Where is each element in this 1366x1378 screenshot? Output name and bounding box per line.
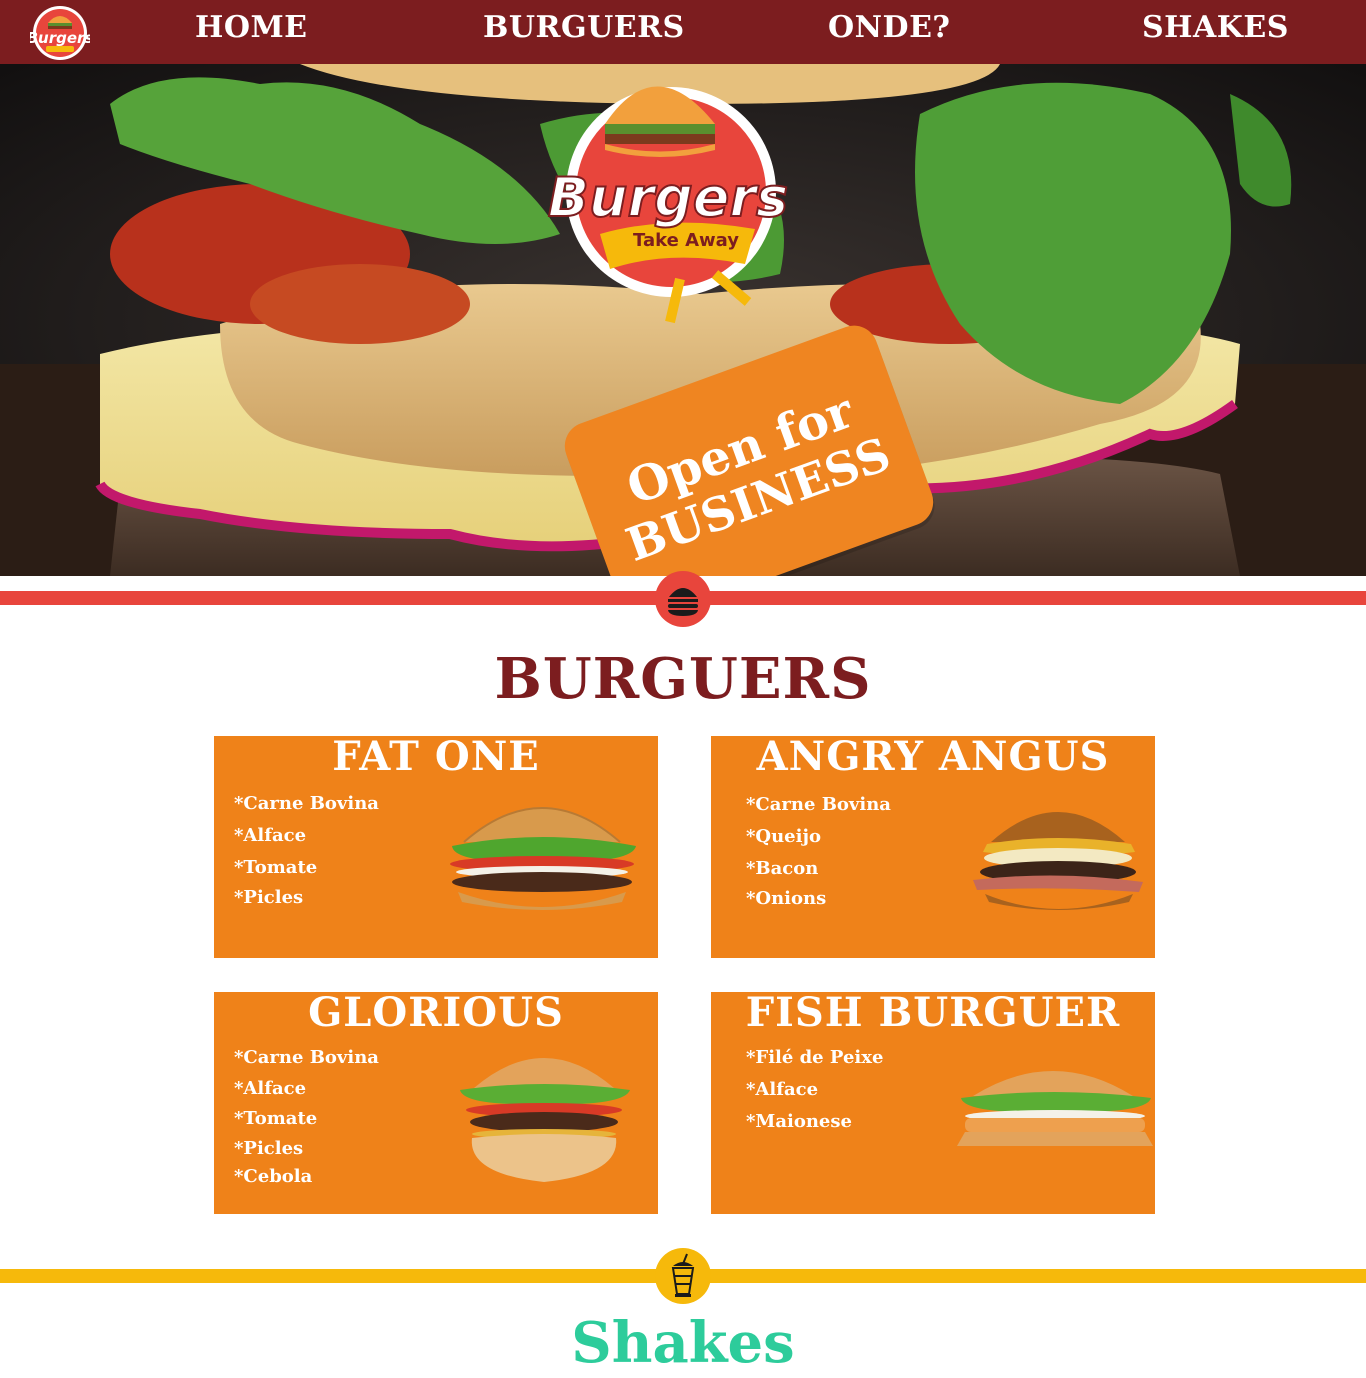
ingredient-item: *Alface bbox=[234, 1078, 307, 1099]
ingredient-item: *Tomate bbox=[234, 857, 318, 878]
ingredient-item: *Alface bbox=[234, 825, 307, 846]
ingredient-item: *Cebola bbox=[234, 1166, 313, 1187]
burger-card-fat-one[interactable]: FAT ONE *Carne Bovina *Alface *Tomate *P… bbox=[214, 736, 658, 958]
ingredient-list: *Carne Bovina *Alface *Tomate *Picles *C… bbox=[234, 1047, 379, 1194]
ingredient-item: *Picles bbox=[234, 887, 304, 908]
ingredient-item: *Carne Bovina bbox=[234, 793, 379, 814]
hero-logo-word: Burgers bbox=[548, 166, 788, 229]
burger-card-glorious[interactable]: GLORIOUS *Carne Bovina *Alface *Tomate *… bbox=[214, 992, 658, 1214]
top-nav: Burgers HOME BURGUERS ONDE? SHAKES bbox=[0, 0, 1366, 64]
ingredient-item: *Filé de Peixe bbox=[746, 1047, 884, 1068]
ingredient-item: *Carne Bovina bbox=[746, 794, 891, 815]
ingredient-item: *Alface bbox=[746, 1079, 819, 1100]
burger-card-title: FISH BURGUER bbox=[745, 992, 1121, 1036]
ingredient-item: *Maionese bbox=[746, 1111, 852, 1132]
milkshake-icon bbox=[655, 1248, 711, 1304]
hero-logo-tagline: Take Away bbox=[633, 230, 739, 251]
ingredient-item: *Bacon bbox=[746, 858, 819, 879]
burguers-section-title: BURGUERS bbox=[494, 646, 872, 712]
ingredient-item: *Picles bbox=[234, 1138, 304, 1159]
burger-card-title: FAT ONE bbox=[332, 736, 540, 780]
shakes-section-title: Shakes bbox=[571, 1310, 795, 1376]
ingredient-list: *Carne Bovina *Alface *Tomate *Picles bbox=[234, 793, 379, 917]
brand-logo[interactable]: Burgers bbox=[27, 3, 93, 61]
ingredient-item: *Carne Bovina bbox=[234, 1047, 379, 1068]
burger-icon bbox=[655, 571, 711, 627]
ingredient-item: *Onions bbox=[746, 888, 827, 909]
nav-link-shakes[interactable]: SHAKES bbox=[1142, 10, 1289, 45]
burger-image-glorious bbox=[460, 1058, 630, 1182]
burger-card-angry-angus[interactable]: ANGRY ANGUS *Carne Bovina *Queijo *Bacon… bbox=[711, 736, 1155, 958]
nav-link-burguers[interactable]: BURGUERS bbox=[483, 10, 685, 45]
burger-image-fat-one bbox=[450, 807, 636, 910]
ingredient-item: *Tomate bbox=[234, 1108, 318, 1129]
ingredient-list: *Carne Bovina *Queijo *Bacon *Onions bbox=[746, 794, 891, 918]
ingredient-list: *Filé de Peixe *Alface *Maionese bbox=[746, 1047, 883, 1141]
burger-image-fish-burguer bbox=[957, 1071, 1153, 1146]
burger-card-fish-burguer[interactable]: FISH BURGUER *Filé de Peixe *Alface *Mai… bbox=[711, 992, 1155, 1214]
nav-link-home[interactable]: HOME bbox=[195, 10, 308, 45]
burger-image-angry-angus bbox=[973, 812, 1143, 910]
hero-banner: Burgers Take Away Open for BUSINESS bbox=[0, 64, 1366, 576]
nav-link-onde[interactable]: ONDE? bbox=[828, 10, 951, 45]
ingredient-item: *Queijo bbox=[746, 826, 821, 847]
burger-card-title: GLORIOUS bbox=[308, 992, 564, 1036]
burger-card-title: ANGRY ANGUS bbox=[756, 736, 1110, 780]
brand-logo-word: Burgers bbox=[30, 29, 90, 47]
